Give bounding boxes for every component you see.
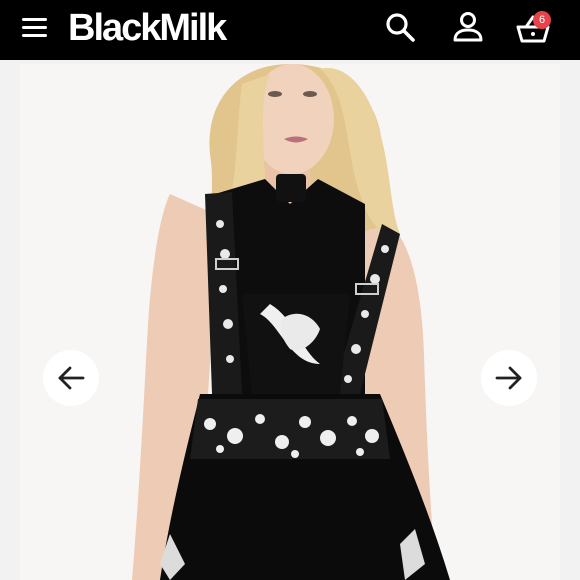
product-image-gallery[interactable] [20,64,560,580]
cart-count-badge: 6 [533,11,551,29]
shopping-basket-icon[interactable]: 6 [513,8,553,48]
next-image-button[interactable] [481,350,537,406]
arrow-left-icon [58,366,85,390]
product-photo [20,64,560,580]
brand-logo[interactable]: BlackMilk [68,3,227,53]
previous-image-button[interactable] [43,350,99,406]
hamburger-menu-icon[interactable] [18,14,52,42]
top-navigation-bar: BlackMilk 6 [0,0,580,60]
search-icon[interactable] [381,8,421,48]
account-icon[interactable] [448,8,488,48]
arrow-right-icon [495,366,522,390]
